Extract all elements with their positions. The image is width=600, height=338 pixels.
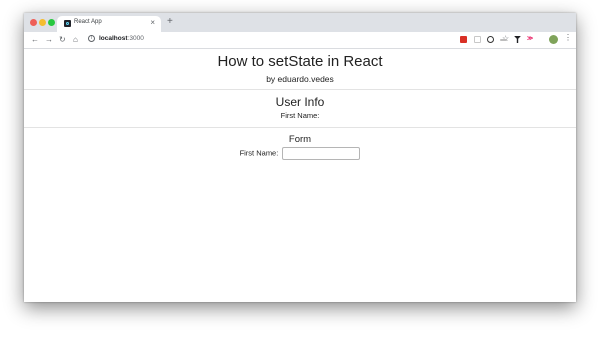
extension-icon[interactable] — [460, 36, 467, 43]
first-name-label: First Name: — [280, 111, 320, 120]
tab-close-icon[interactable]: × — [150, 18, 155, 27]
kebab-menu-icon[interactable]: ⋮ — [564, 33, 572, 42]
first-name-input-label: First Name: — [239, 148, 279, 158]
browser-toolbar: ← → ↻ ⌂ i localhost:3000 ☆ ≫ ⋮ — [24, 32, 576, 49]
form-heading: Form — [288, 134, 312, 145]
first-name-input[interactable] — [282, 147, 361, 160]
profile-avatar[interactable] — [549, 35, 558, 44]
tab-title: React App — [74, 19, 102, 25]
page-title: How to setState in React — [217, 53, 383, 70]
header-section: How to setState in React by eduardo.vede… — [24, 49, 576, 89]
react-favicon-icon — [64, 20, 71, 27]
browser-tab[interactable]: React App × — [57, 16, 161, 32]
extension-icon[interactable] — [487, 36, 494, 43]
user-info-heading: User Info — [275, 95, 325, 109]
home-icon[interactable]: ⌂ — [73, 34, 78, 45]
zoom-window-button[interactable] — [48, 19, 55, 26]
reload-icon[interactable]: ↻ — [59, 34, 66, 45]
url-text[interactable]: localhost:3000 — [99, 35, 144, 42]
extension-icon[interactable] — [500, 39, 507, 41]
page-content: How to setState in React by eduardo.vede… — [24, 49, 576, 302]
user-info-section: User Info First Name: — [24, 90, 576, 127]
extension-icon[interactable] — [474, 36, 481, 43]
forward-arrow-icon[interactable]: → — [45, 34, 53, 45]
info-icon[interactable]: i — [88, 35, 95, 42]
new-tab-button[interactable]: + — [167, 16, 173, 28]
first-name-display: First Name: — [24, 110, 576, 127]
form-section: Form First Name: — [24, 128, 576, 160]
address-bar[interactable]: i localhost:3000 ☆ — [86, 33, 536, 46]
back-arrow-icon[interactable]: ← — [31, 34, 39, 45]
first-name-row: First Name: — [24, 146, 576, 160]
author-byline: by eduardo.vedes — [266, 74, 334, 84]
tab-strip: React App × + — [24, 13, 576, 32]
browser-window: React App × + ← → ↻ ⌂ i localhost:3000 ☆… — [24, 13, 576, 302]
extension-icon[interactable]: ≫ — [527, 35, 533, 42]
minimize-window-button[interactable] — [39, 19, 46, 26]
close-window-button[interactable] — [30, 19, 37, 26]
